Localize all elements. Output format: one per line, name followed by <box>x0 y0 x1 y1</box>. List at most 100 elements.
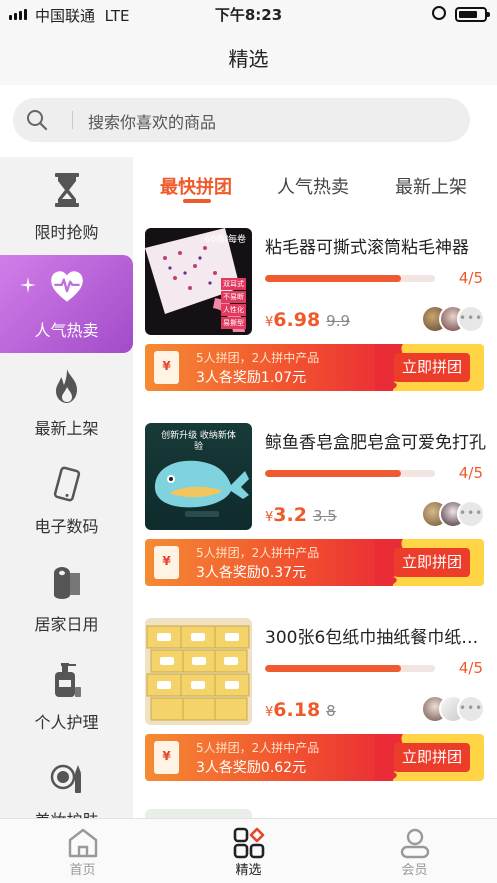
sidebar-item-label: 限时抢购 <box>34 223 99 242</box>
nav-label: 会员 <box>401 863 428 878</box>
sidebar-item-label: 人气热卖 <box>34 321 99 340</box>
sidebar-item-new-arrivals[interactable]: 最新上架 <box>0 353 133 451</box>
price: ¥3.2 3.5 <box>265 504 337 526</box>
sidebar-item-beauty[interactable]: 美妆护肤 <box>0 745 133 818</box>
tissue-packs-image <box>145 618 252 725</box>
participant-avatars[interactable]: ••• <box>421 500 485 528</box>
bottom-navigation: 首页 精选 会员 <box>0 818 497 883</box>
sparkle-icon <box>20 277 36 293</box>
nav-member[interactable]: 会员 <box>332 819 497 883</box>
search-divider <box>72 111 73 129</box>
sidebar-item-flash-sale[interactable]: 限时抢购 <box>0 157 133 255</box>
group-progress-bar <box>265 665 435 672</box>
sidebar-item-label: 最新上架 <box>34 419 99 438</box>
nav-label: 首页 <box>69 863 96 878</box>
home-icon <box>68 828 98 858</box>
price: ¥6.18 8 <box>265 699 336 721</box>
tab-active-indicator <box>183 199 211 203</box>
join-group-button[interactable]: 立即拼团 <box>394 548 470 577</box>
grid-icon <box>233 827 265 859</box>
group-progress-count: 4/5 <box>458 269 483 287</box>
group-progress-bar <box>265 470 435 477</box>
product-card-partial[interactable] <box>133 798 497 818</box>
product-image[interactable] <box>145 618 252 725</box>
group-rule-text: 5人拼团，2人拼中产品 <box>196 546 320 560</box>
phone-icon <box>53 466 81 502</box>
group-progress-count: 4/5 <box>458 659 483 677</box>
red-envelope-icon <box>154 351 179 384</box>
image-tags: 双耳式 不易断 人性化 易撕型 <box>221 278 246 329</box>
participant-avatars[interactable]: ••• <box>421 695 485 723</box>
tab-newest[interactable]: 最新上架 <box>395 173 467 199</box>
product-card[interactable]: 创新升级 收纳新体验 鲸鱼香皂盒肥皂盒可爱免打孔 4/5 ¥3.2 3.5 •••… <box>133 408 497 603</box>
makeup-icon <box>50 764 81 793</box>
more-avatars: ••• <box>457 305 485 333</box>
red-envelope-icon <box>154 546 179 579</box>
participant-avatars[interactable]: ••• <box>421 305 485 333</box>
tab-fastest-group[interactable]: 最快拼团 <box>160 173 232 199</box>
heart-pulse-icon <box>51 271 83 302</box>
sidebar-item-label: 居家日用 <box>34 615 99 634</box>
battery-icon <box>455 7 490 22</box>
rotation-lock-icon <box>432 6 446 20</box>
price-value: 3.2 <box>273 504 307 526</box>
product-name[interactable]: 300张6包纸巾抽纸餐巾纸家用 <box>265 623 487 648</box>
original-price: 3.5 <box>312 507 337 525</box>
price-value: 6.18 <box>273 699 321 721</box>
product-image[interactable] <box>145 809 252 818</box>
join-group-button[interactable]: 立即拼团 <box>394 743 470 772</box>
sidebar-item-electronics[interactable]: 电子数码 <box>0 451 133 549</box>
status-bar: 中国联通 LTE 下午8:23 <box>0 0 497 30</box>
group-rule-text: 5人拼团，2人拼中产品 <box>196 351 320 365</box>
nav-featured[interactable]: 精选 <box>166 819 331 883</box>
more-avatars: ••• <box>457 500 485 528</box>
product-image[interactable]: 60撕/每卷 双耳式 不易断 人性化 易撕型 <box>145 228 252 335</box>
more-avatars: ••• <box>457 695 485 723</box>
tissue-roll-icon <box>54 567 80 599</box>
sidebar-item-household[interactable]: 居家日用 <box>0 549 133 647</box>
sidebar-item-personal-care[interactable]: 个人护理 <box>0 647 133 745</box>
product-name[interactable]: 粘毛器可撕式滚筒粘毛神器 <box>265 233 487 258</box>
group-buy-banner[interactable]: 5人拼团，2人拼中产品 3人各奖励0.62元 立即拼团 <box>145 734 484 781</box>
product-name[interactable]: 鲸鱼香皂盒肥皂盒可爱免打孔 <box>265 428 487 453</box>
product-image[interactable]: 创新升级 收纳新体验 <box>145 423 252 530</box>
group-progress-count: 4/5 <box>458 464 483 482</box>
group-buy-banner[interactable]: 5人拼团，2人拼中产品 3人各奖励1.07元 立即拼团 <box>145 344 484 391</box>
image-caption: 创新升级 收纳新体验 <box>161 431 236 452</box>
product-list-panel: 最快拼团 人气热卖 最新上架 60撕/每卷 双耳式 不易断 人性化 易撕型 粘毛… <box>133 157 497 818</box>
product-card[interactable]: 300张6包纸巾抽纸餐巾纸家用 4/5 ¥6.188 ••• 5人拼团，2人拼中… <box>133 603 497 798</box>
sidebar-item-label: 美妆护肤 <box>0 807 133 818</box>
group-buy-banner[interactable]: 5人拼团，2人拼中产品 3人各奖励0.37元 立即拼团 <box>145 539 484 586</box>
original-price: 9.9 <box>326 312 351 330</box>
group-reward-text: 3人各奖励0.62元 <box>196 760 307 776</box>
red-envelope-icon <box>154 741 179 774</box>
search-icon <box>27 110 48 131</box>
search-placeholder: 搜索你喜欢的商品 <box>88 113 217 132</box>
group-progress-fill <box>265 665 401 672</box>
product-card[interactable]: 60撕/每卷 双耳式 不易断 人性化 易撕型 粘毛器可撕式滚筒粘毛神器 4/5 … <box>133 213 497 408</box>
join-group-button[interactable]: 立即拼团 <box>394 353 470 382</box>
status-time: 下午8:23 <box>214 6 283 24</box>
title-bar: 精选 <box>0 30 497 85</box>
group-reward-text: 3人各奖励0.37元 <box>196 565 307 581</box>
group-progress-fill <box>265 470 401 477</box>
group-rule-text: 5人拼团，2人拼中产品 <box>196 741 320 755</box>
sidebar-item-label: 个人护理 <box>34 713 99 732</box>
category-sidebar: 限时抢购 人气热卖 最新上架 电子数码 居家日用 个人护理 <box>0 157 133 818</box>
tab-bar: 最快拼团 人气热卖 最新上架 <box>133 157 497 209</box>
page-title: 精选 <box>228 47 269 71</box>
group-reward-text: 3人各奖励1.07元 <box>196 370 307 386</box>
original-price: 8 <box>326 702 336 720</box>
sidebar-item-label: 电子数码 <box>34 517 99 536</box>
search-section: 搜索你喜欢的商品 <box>0 85 497 157</box>
search-input[interactable]: 搜索你喜欢的商品 <box>13 98 470 142</box>
flame-icon <box>56 369 77 403</box>
nav-home[interactable]: 首页 <box>0 819 165 883</box>
lotion-bottle-icon <box>55 663 81 697</box>
member-icon <box>400 828 430 859</box>
image-caption: 60撕/每卷 <box>204 235 247 245</box>
hourglass-icon <box>55 173 79 207</box>
sidebar-item-popular[interactable]: 人气热卖 <box>0 255 133 353</box>
tab-popular[interactable]: 人气热卖 <box>277 173 349 199</box>
group-progress-fill <box>265 275 401 282</box>
